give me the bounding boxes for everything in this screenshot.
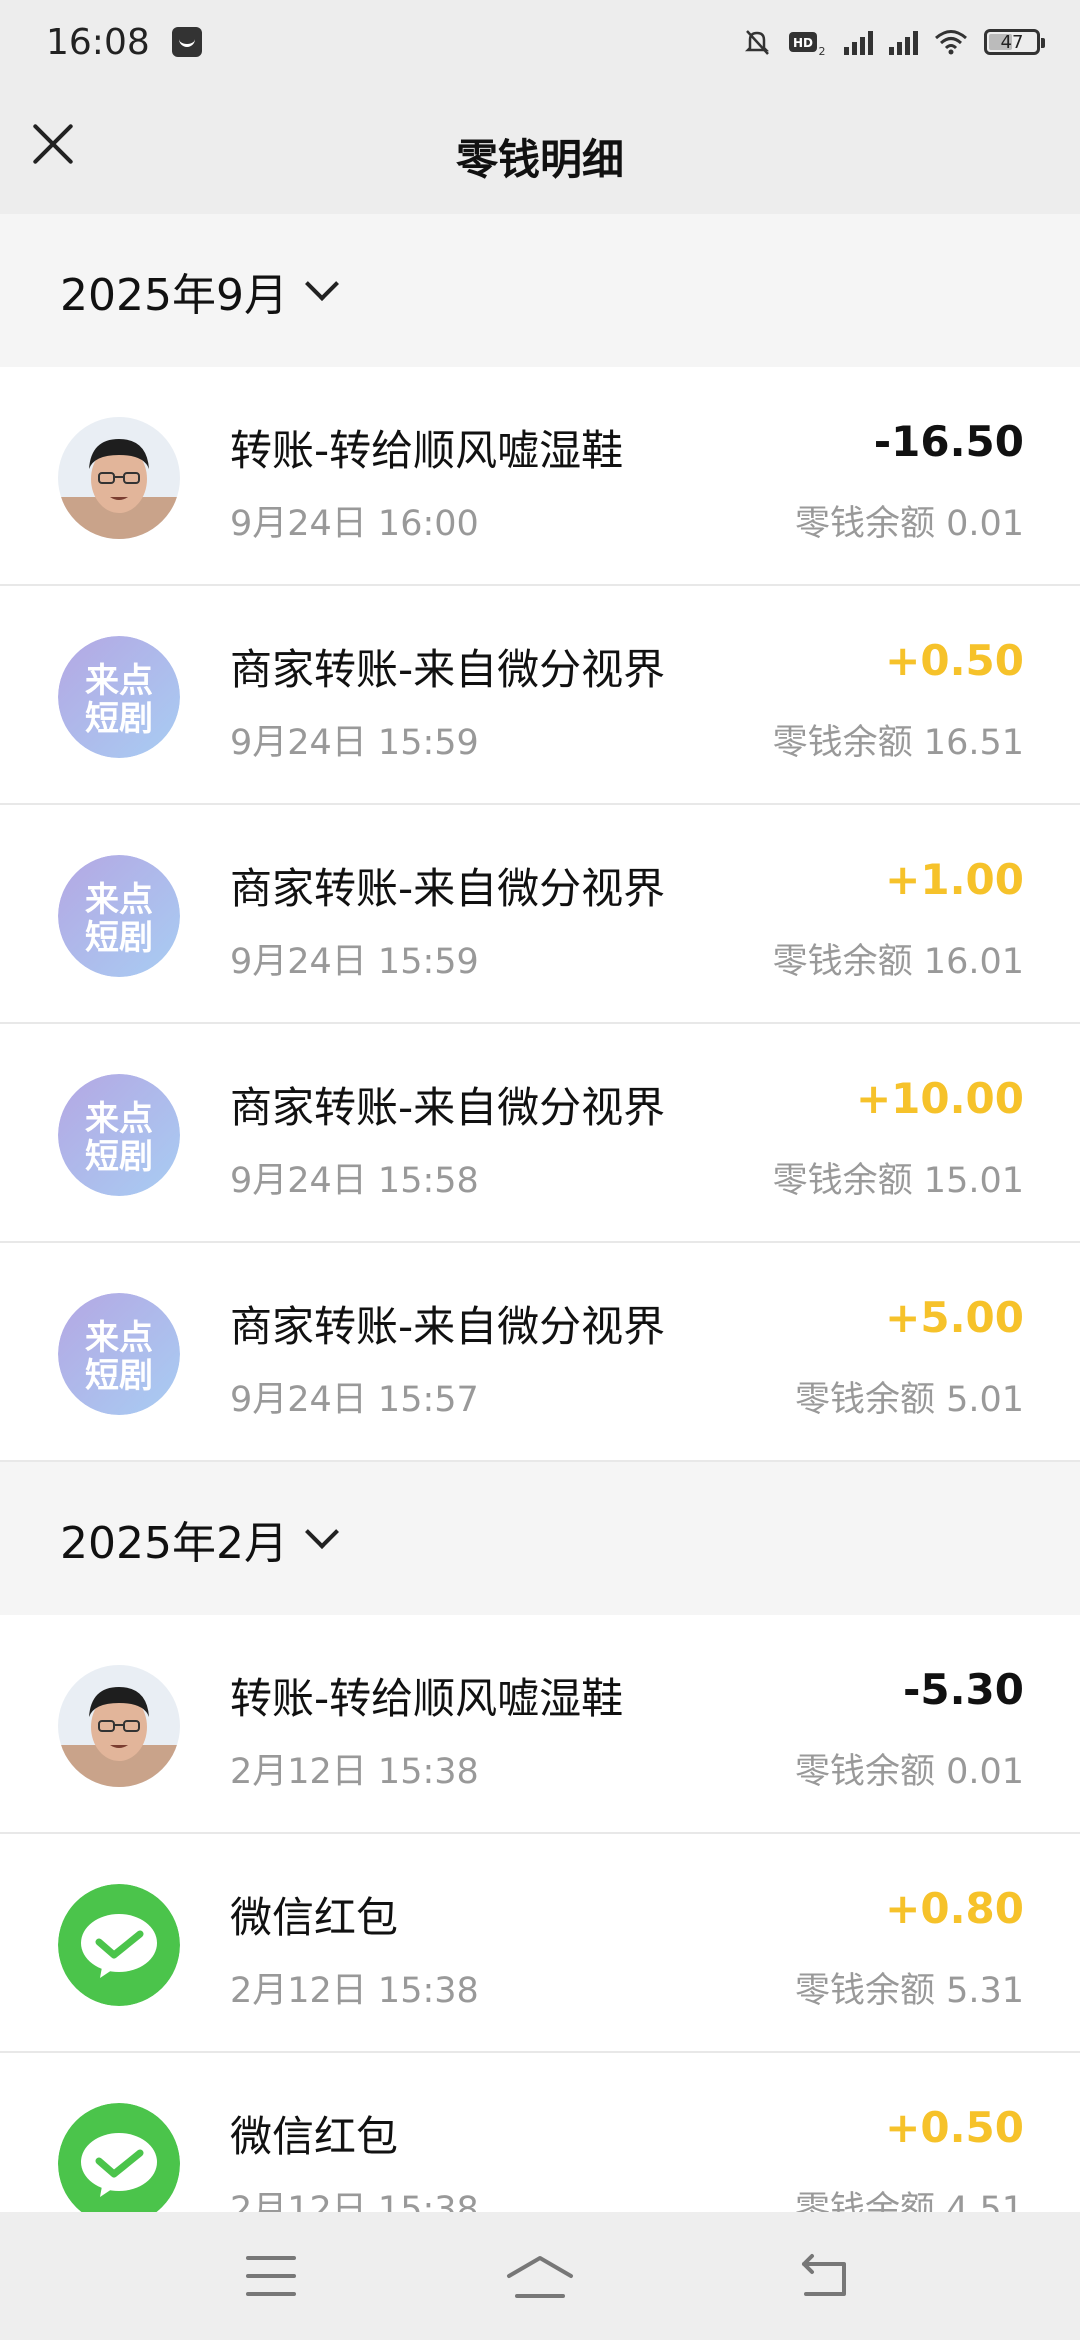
person-avatar (58, 1665, 180, 1787)
transaction-row[interactable]: 来点 短剧 商家转账-来自微分视界 9月24日 15:59 +1.00 零钱余额 16.0… (0, 805, 1080, 1024)
laidian-duanju-avatar: 来点短剧 (58, 636, 180, 758)
avatar: 来点 短剧 (58, 1293, 180, 1415)
avatar: 来点 短剧 (58, 1074, 180, 1196)
svg-text:HD: HD (793, 36, 813, 50)
avatar (58, 2103, 180, 2212)
signal-4g-plus-icon (844, 29, 873, 55)
transaction-time: 2月12日 15:38 (230, 1752, 479, 1792)
transaction-time: 9月24日 15:57 (230, 1380, 479, 1420)
menu-icon[interactable] (246, 2256, 296, 2296)
avatar (58, 417, 180, 539)
month-label: 2025年2月 (60, 1517, 288, 1569)
transaction-row[interactable]: 来点 短剧 商家转账-来自微分视界 9月24日 15:59 +0.50 零钱余额 16.5… (0, 586, 1080, 805)
balance-after: 零钱余额 0.01 (794, 1752, 1024, 1792)
transaction-amount: +5.00 (885, 1293, 1024, 1342)
transaction-amount: -16.50 (873, 417, 1024, 466)
status-bar: 16:08 HD 2 47 (0, 0, 1080, 84)
transaction-title: 商家转账-来自微分视界 (230, 645, 666, 694)
transaction-title: 转账-转给顺风嘘湿鞋 (230, 426, 624, 475)
transaction-title: 商家转账-来自微分视界 (230, 1083, 666, 1132)
svg-text:短剧: 短剧 (85, 1356, 153, 1396)
svg-text:短剧: 短剧 (85, 918, 153, 958)
balance-after: 零钱余额 15.01 (772, 1161, 1024, 1201)
avatar (58, 1884, 180, 2006)
transaction-time: 9月24日 15:59 (230, 723, 479, 763)
mute-icon (744, 30, 770, 55)
battery-level: 47 (1000, 31, 1024, 53)
wifi-icon (935, 30, 967, 55)
balance-after: 零钱余额 0.01 (794, 504, 1024, 544)
balance-after: 零钱余额 5.01 (794, 1380, 1024, 1420)
back-icon[interactable] (796, 2252, 852, 2302)
status-time: 16:08 (46, 21, 150, 63)
transaction-amount: +0.80 (885, 1884, 1024, 1933)
svg-text:2: 2 (819, 45, 826, 57)
svg-text:短剧: 短剧 (85, 699, 153, 739)
chevron-down-icon (305, 266, 339, 301)
person-avatar (58, 417, 180, 539)
month-label: 2025年9月 (60, 269, 288, 321)
avatar: 来点 短剧 (58, 855, 180, 977)
laidian-duanju-avatar: 来点短剧 (58, 855, 180, 977)
transaction-list[interactable]: 2025年9月转账-转给顺风嘘湿鞋 9月24日 16:00 -16.50 零钱余额 0… (0, 214, 1080, 2212)
transaction-row[interactable]: 微信红包 2月12日 15:38 +0.80 零钱余额 5.31 (0, 1834, 1080, 2053)
wechat-pay-avatar (58, 2103, 180, 2212)
transaction-title: 转账-转给顺风嘘湿鞋 (230, 1674, 624, 1723)
svg-text:来点: 来点 (85, 880, 153, 920)
balance-after: 零钱余额 4.51 (794, 2190, 1024, 2212)
balance-after: 零钱余额 5.31 (794, 1971, 1024, 2011)
transaction-time: 9月24日 15:58 (230, 1161, 479, 1201)
svg-text:来点: 来点 (85, 661, 153, 701)
transaction-title: 商家转账-来自微分视界 (230, 1302, 666, 1351)
laidian-duanju-avatar: 来点短剧 (58, 1074, 180, 1196)
transaction-time: 2月12日 15:38 (230, 1971, 479, 2011)
signal-4g-icon (889, 29, 918, 55)
transaction-time: 9月24日 16:00 (230, 504, 479, 544)
transaction-row[interactable]: 转账-转给顺风嘘湿鞋 9月24日 16:00 -16.50 零钱余额 0.01 (0, 367, 1080, 586)
balance-after: 零钱余额 16.01 (772, 942, 1024, 982)
transaction-amount: +10.00 (855, 1074, 1024, 1123)
avatar: 来点 短剧 (58, 636, 180, 758)
month-selector[interactable]: 2025年9月 (0, 214, 1080, 367)
transaction-amount: -5.30 (902, 1665, 1024, 1714)
transaction-amount: +0.50 (885, 636, 1024, 685)
chevron-down-icon (305, 1514, 339, 1549)
transaction-title: 微信红包 (230, 1893, 399, 1942)
svg-text:短剧: 短剧 (85, 1137, 153, 1177)
navigation-bar (0, 2212, 1080, 2340)
transaction-row[interactable]: 转账-转给顺风嘘湿鞋 2月12日 15:38 -5.30 零钱余额 0.01 (0, 1615, 1080, 1834)
transaction-title: 商家转账-来自微分视界 (230, 864, 666, 913)
transaction-amount: +0.50 (885, 2103, 1024, 2152)
wechat-pay-avatar (58, 1884, 180, 2006)
transaction-amount: +1.00 (885, 855, 1024, 904)
battery-icon: 47 (984, 29, 1045, 55)
month-selector[interactable]: 2025年2月 (0, 1462, 1080, 1615)
transaction-row[interactable]: 来点 短剧 商家转账-来自微分视界 9月24日 15:58 +10.00 零钱余额 15.… (0, 1024, 1080, 1243)
avatar (58, 1665, 180, 1787)
message-notification-icon (171, 27, 202, 57)
svg-text:来点: 来点 (85, 1099, 153, 1139)
svg-text:来点: 来点 (85, 1318, 153, 1358)
page-title: 零钱明细 (455, 135, 624, 184)
transaction-time: 9月24日 15:59 (230, 942, 479, 982)
laidian-duanju-avatar: 来点短剧 (58, 1293, 180, 1415)
home-icon[interactable] (505, 2252, 575, 2302)
transaction-row[interactable]: 微信红包 2月12日 15:38 +0.50 零钱余额 4.51 (0, 2053, 1080, 2212)
balance-after: 零钱余额 16.51 (772, 723, 1024, 763)
transaction-row[interactable]: 来点 短剧 商家转账-来自微分视界 9月24日 15:57 +5.00 零钱余额 5.01 (0, 1243, 1080, 1462)
hd-icon: HD 2 (789, 32, 826, 57)
transaction-title: 微信红包 (230, 2112, 399, 2161)
header: 零钱明细 (0, 84, 1080, 214)
transaction-time: 2月12日 15:38 (230, 2190, 479, 2212)
